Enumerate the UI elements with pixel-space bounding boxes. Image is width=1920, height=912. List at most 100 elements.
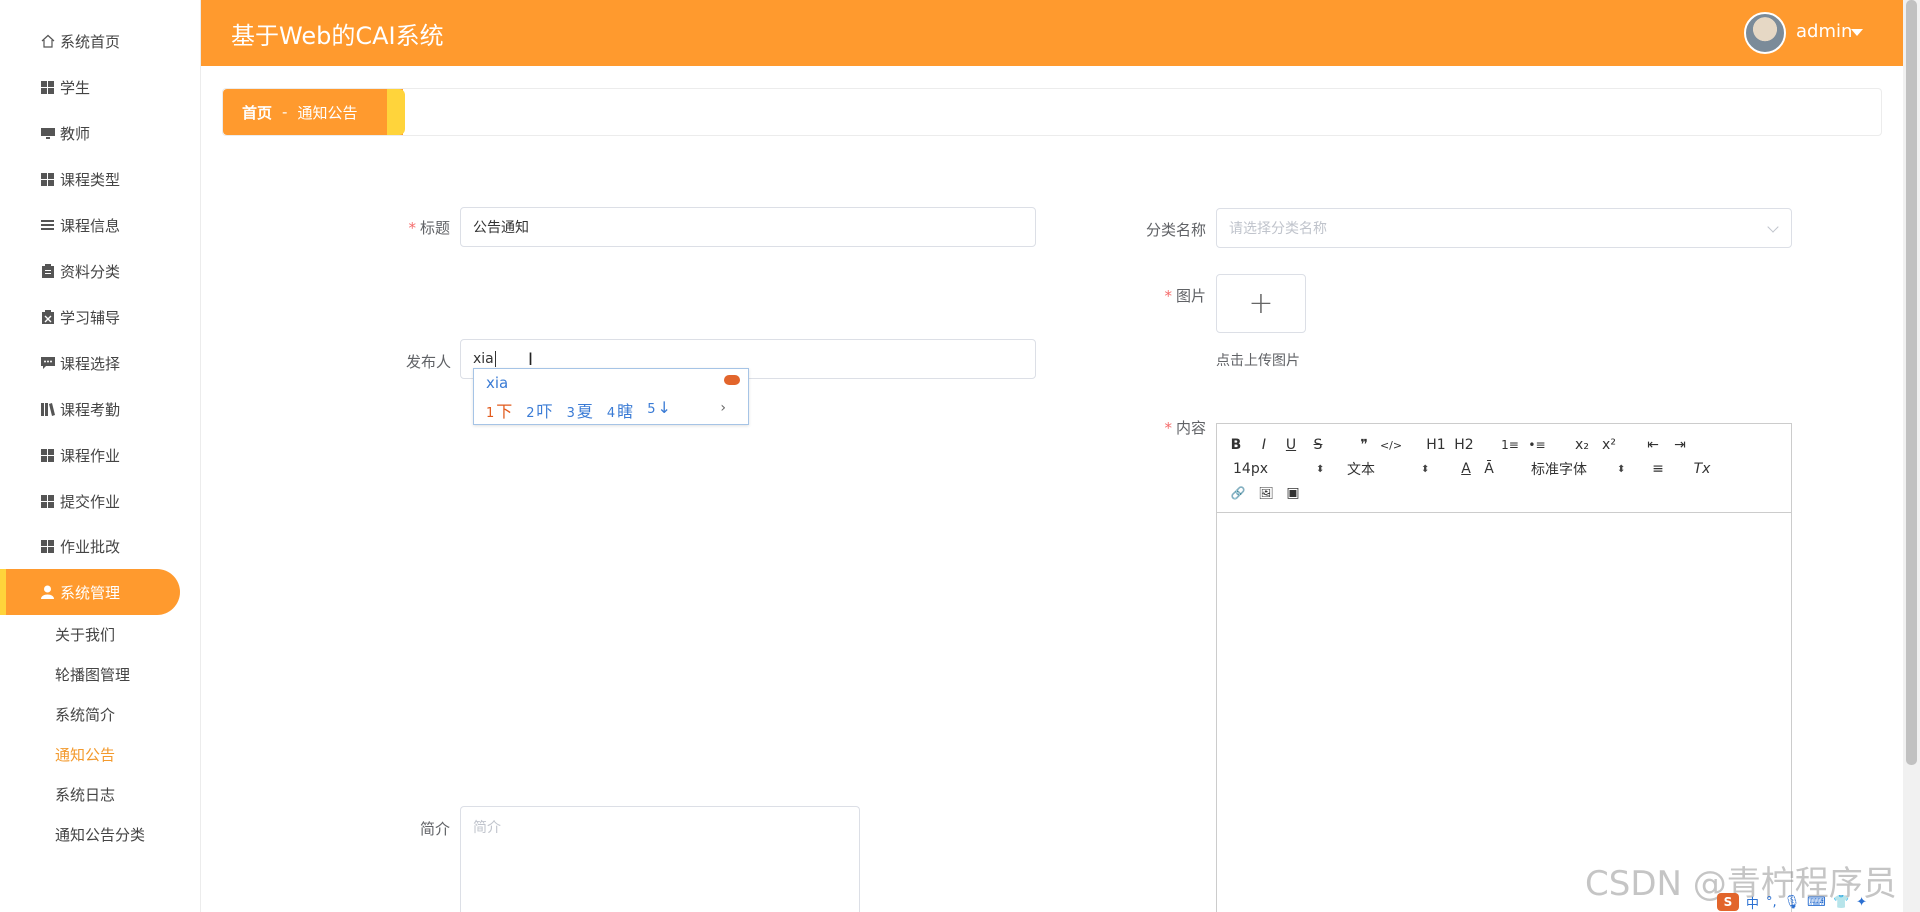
ime-candidate-list: 1下 2吓 3夏 4瞎 5 ↓ [486,398,671,422]
sidebar-item-submit-homework[interactable]: 提交作业 [0,479,201,523]
sidebar-item-course-selection[interactable]: 课程选择 [0,341,201,385]
required-mark: * [1164,419,1172,437]
underline-button[interactable]: U [1280,435,1302,455]
image-upload-button[interactable]: + [1216,274,1306,333]
title-input[interactable]: 公告通知 [460,207,1036,247]
ime-logo-icon [724,375,740,385]
upload-hint: 点击上传图片 [1216,353,1300,369]
link-button[interactable]: 🔗 [1227,483,1249,503]
submenu-item-notices[interactable]: 通知公告 [55,739,115,769]
scrollbar-thumb[interactable] [1906,0,1917,765]
candidate-number: 5 [647,402,656,417]
submenu-item-carousel[interactable]: 轮播图管理 [55,659,130,689]
summary-textarea[interactable]: 简介 [460,806,860,912]
keyboard-icon[interactable]: ⌨ [1807,895,1826,910]
sidebar-item-label: 系统管理 [60,583,121,602]
summary-placeholder: 简介 [473,820,501,836]
punctuation-icon[interactable]: °, [1766,895,1777,910]
grid-icon [40,494,55,509]
sidebar-item-label: 系统首页 [60,32,121,51]
sidebar-item-label: 提交作业 [60,492,121,511]
microphone-icon[interactable]: 🎙 [1784,895,1801,910]
ime-tray[interactable]: S 中 °, 🎙 ⌨ 👕 ✦ [1717,892,1903,912]
candidate-number: 3 [566,406,575,421]
h1-button[interactable]: H1 [1425,435,1447,455]
submenu-item-logs[interactable]: 系统日志 [55,779,115,809]
sidebar-item-material-categories[interactable]: 资料分类 [0,249,201,293]
user-icon [40,585,55,600]
sidebar-item-label: 课程信息 [60,216,121,235]
app-title: 基于Web的CAI系统 [231,22,444,50]
submenu-item-notice-categories[interactable]: 通知公告分类 [55,819,145,849]
video-button[interactable]: ▣ [1282,483,1304,503]
sidebar-item-students[interactable]: 学生 [0,65,201,109]
font-size-value: 14px [1233,461,1268,477]
ime-candidate[interactable]: 4瞎 [607,398,633,422]
code-button[interactable]: </> [1380,435,1402,455]
caret-down-icon[interactable] [1851,29,1863,36]
sidebar-item-teachers[interactable]: 教师 [0,111,201,155]
italic-button[interactable]: I [1253,435,1275,455]
block-type-select[interactable]: 文本 ⬍ [1347,459,1429,479]
ime-next-page-icon[interactable]: › [720,400,726,416]
page-scrollbar[interactable] [1903,0,1920,912]
submenu-item-intro[interactable]: 系统简介 [55,699,115,729]
tools-icon[interactable]: ✦ [1856,895,1867,910]
user-name[interactable]: admin [1796,21,1852,42]
rich-text-editor[interactable]: B I U S ❞ </> H1 H2 1≡ •≡ x₂ x² ⇤ ⇥ 14px… [1216,423,1792,912]
clear-format-button[interactable]: Tx [1691,459,1713,479]
font-family-select[interactable]: 标准字体 ⬍ [1531,459,1625,479]
chinese-mode-icon[interactable]: 中 [1746,893,1759,912]
sidebar-item-label: 课程类型 [60,170,121,189]
outdent-button[interactable]: ⇤ [1642,435,1664,455]
required-mark: * [408,219,416,237]
menu-icon [40,218,55,233]
ime-candidate[interactable]: 5 ↓ [647,398,671,422]
background-color-button[interactable]: Ā [1478,459,1500,479]
blockquote-button[interactable]: ❞ [1353,435,1375,455]
superscript-button[interactable]: x² [1598,435,1620,455]
block-type-value: 文本 [1347,462,1375,478]
sidebar-item-course-info[interactable]: 课程信息 [0,203,201,247]
grid-icon [40,80,55,95]
h2-button[interactable]: H2 [1453,435,1475,455]
bullet-list-button[interactable]: •≡ [1526,435,1548,455]
sidebar-item-grading[interactable]: 作业批改 [0,524,201,568]
font-family-value: 标准字体 [1531,462,1587,478]
editor-toolbar: B I U S ❞ </> H1 H2 1≡ •≡ x₂ x² ⇤ ⇥ 14px… [1217,424,1791,513]
sidebar-item-attendance[interactable]: 课程考勤 [0,387,201,431]
updown-icon: ⬍ [1316,463,1325,475]
indent-button[interactable]: ⇥ [1669,435,1691,455]
bold-button[interactable]: B [1225,435,1247,455]
publisher-label: 发布人 [405,353,451,371]
submenu-item-about[interactable]: 关于我们 [55,619,115,649]
ime-candidate[interactable]: 3夏 [567,398,593,422]
chat-icon [40,356,55,371]
font-color-button[interactable]: A [1455,459,1477,479]
ime-candidate[interactable]: 1下 [486,398,512,422]
sidebar-item-home[interactable]: 系统首页 [0,19,201,63]
ime-candidate-popup[interactable]: xia 1下 2吓 3夏 4瞎 5 ↓ › [473,368,749,425]
sidebar-item-course-types[interactable]: 课程类型 [0,157,201,201]
font-size-select[interactable]: 14px ⬍ [1233,459,1324,479]
publisher-input-value: xia [473,351,494,367]
breadcrumb: 首页 - 通知公告 [222,88,1882,136]
avatar[interactable] [1744,12,1786,54]
sidebar-item-course-homework[interactable]: 课程作业 [0,433,201,477]
ordered-list-button[interactable]: 1≡ [1499,435,1521,455]
candidate-number: 1 [486,406,495,421]
strikethrough-button[interactable]: S [1307,435,1329,455]
sidebar-item-tutoring[interactable]: 学习辅导 [0,295,201,339]
sogou-logo-icon: S [1717,893,1739,911]
skin-icon[interactable]: 👕 [1833,895,1849,910]
breadcrumb-home[interactable]: 首页 [242,102,272,123]
subscript-button[interactable]: x₂ [1571,435,1593,455]
category-select[interactable]: 请选择分类名称 [1216,208,1792,248]
align-button[interactable]: ≡ [1647,459,1669,479]
align-button[interactable] [1863,459,1885,479]
content-label-text: 内容 [1175,419,1206,437]
sidebar-item-label: 课程考勤 [60,400,121,419]
sidebar-item-system-management[interactable]: 系统管理 [0,569,180,615]
ime-candidate[interactable]: 2吓 [526,398,552,422]
image-button[interactable]: 🖼 [1255,483,1277,503]
